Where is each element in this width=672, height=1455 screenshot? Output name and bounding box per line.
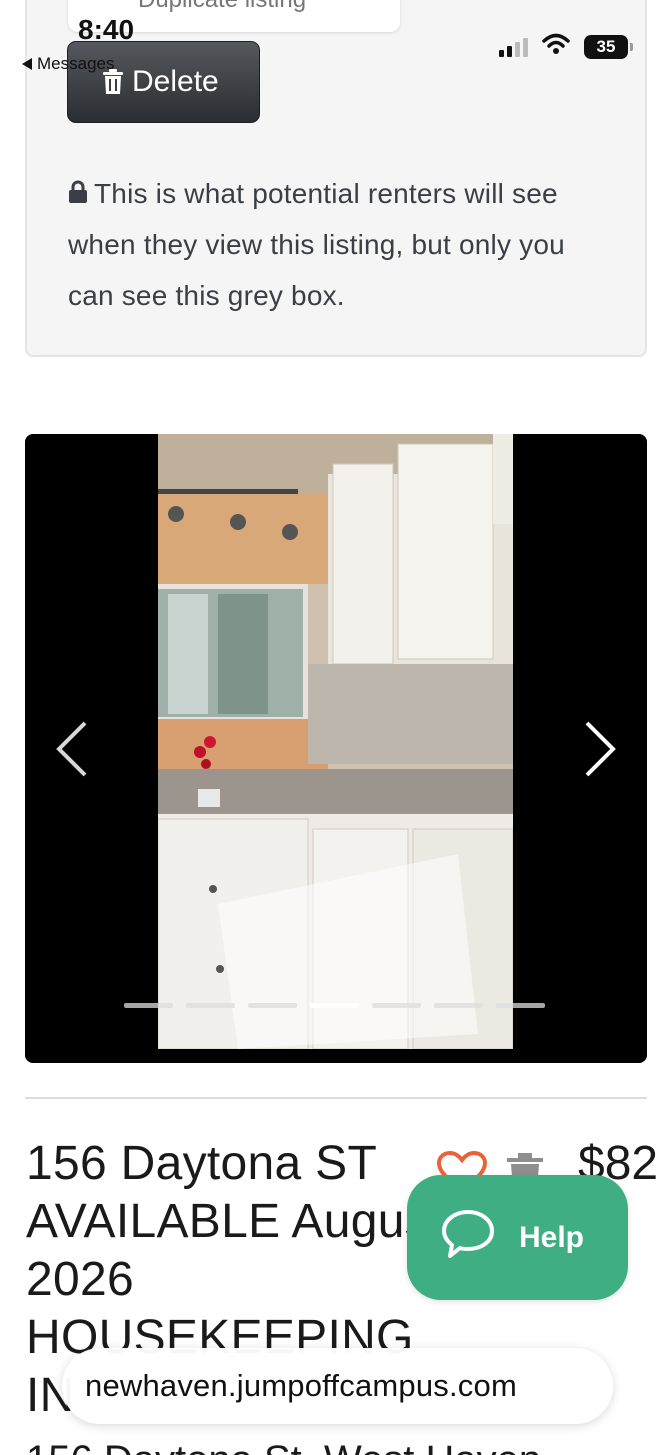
- wifi-icon: [542, 33, 570, 60]
- next-photo-button[interactable]: [579, 719, 619, 779]
- photo-dot[interactable]: [496, 1003, 545, 1008]
- battery-level: 35: [596, 36, 616, 56]
- chat-bubble-icon: [441, 1209, 495, 1267]
- photo-dot[interactable]: [434, 1003, 483, 1008]
- delete-label: Delete: [132, 65, 219, 98]
- lock-icon: [68, 169, 88, 203]
- back-to-messages[interactable]: Messages: [22, 54, 114, 74]
- photo-dot[interactable]: [372, 1003, 421, 1008]
- chevron-right-icon: [585, 721, 616, 777]
- photo-dot[interactable]: [248, 1003, 297, 1008]
- photo-gallery[interactable]: [25, 434, 647, 1063]
- divider: [25, 1097, 647, 1099]
- owner-note: This is what potential renters will see …: [68, 168, 608, 321]
- cellular-signal-icon: [499, 37, 528, 57]
- photo-dot[interactable]: [124, 1003, 173, 1008]
- status-time: 8:40: [78, 14, 135, 45]
- photo-dot[interactable]: [186, 1003, 235, 1008]
- url-text: newhaven.jumpoffcampus.com: [85, 1368, 517, 1403]
- browser-url-bar[interactable]: newhaven.jumpoffcampus.com: [62, 1348, 613, 1424]
- back-label: Messages: [37, 54, 115, 73]
- battery-icon: 35: [584, 34, 633, 59]
- help-button[interactable]: Help: [407, 1175, 628, 1300]
- previous-photo-button[interactable]: [53, 719, 93, 779]
- listing-photo: [158, 434, 513, 1049]
- status-indicators: 35: [499, 33, 633, 60]
- photo-indicator-dots: [124, 1003, 545, 1008]
- chevron-left-icon: [56, 721, 87, 777]
- photo-dot[interactable]: [310, 1003, 359, 1008]
- help-label: Help: [519, 1220, 585, 1254]
- duplicate-listing-label: Duplicate listing: [138, 0, 306, 13]
- listing-address-line: 156 Daytona St, West Haven: [26, 1438, 541, 1455]
- back-triangle-icon: [22, 58, 32, 70]
- owner-note-text: This is what potential renters will see …: [68, 178, 565, 311]
